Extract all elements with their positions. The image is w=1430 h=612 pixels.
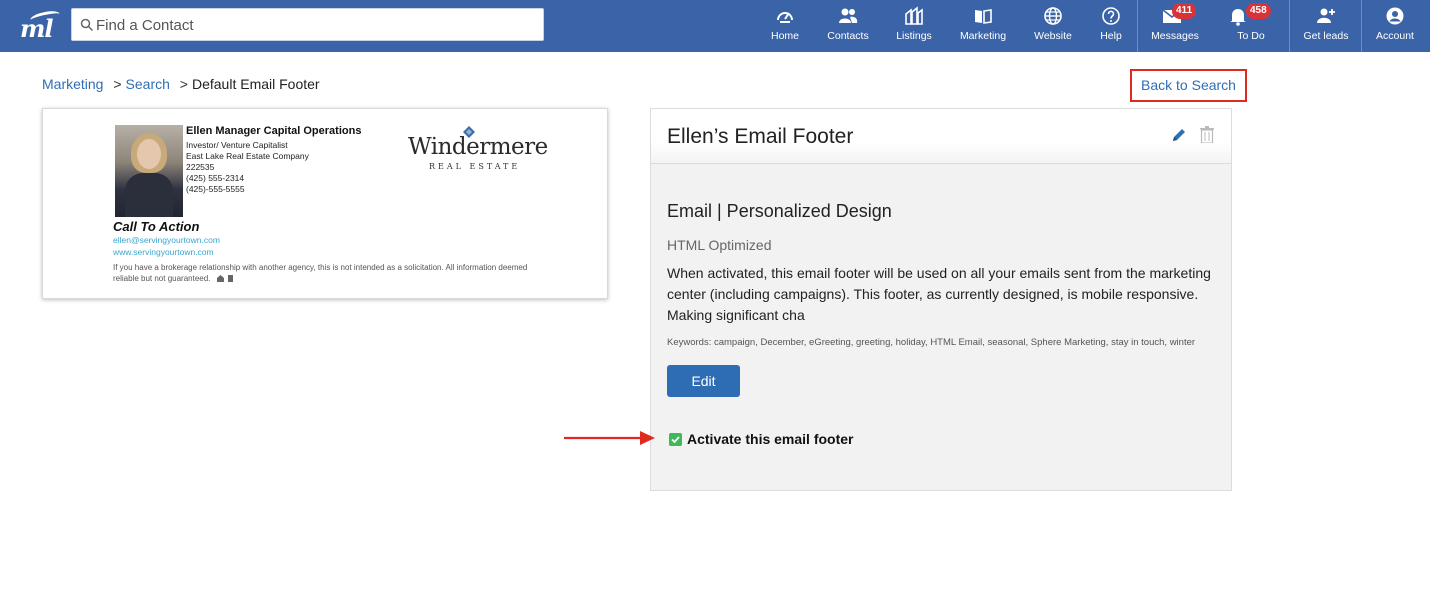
nav-divider [1289,0,1290,52]
disclaimer-copy: If you have a brokerage relationship wit… [113,263,528,283]
footer-description: When activated, this email footer will b… [667,265,1211,323]
app-logo[interactable]: ml [14,8,61,44]
breadcrumb-separator: > [113,76,122,92]
question-icon [1102,7,1120,25]
design-type: Email | Personalized Design [667,201,892,221]
annotation-arrow-icon [564,431,655,445]
people-icon [839,8,858,23]
brand-name: Windermere [408,134,548,160]
breadcrumb: Marketing > Search > Default Email Footer [42,76,320,92]
nav-help-label: Help [1100,30,1122,42]
signature-phone: (425) 555-2314 [186,173,245,183]
signature-phone-2: (425)-555-5555 [186,184,245,194]
keywords: Keywords: campaign, December, eGreeting,… [667,337,1196,348]
nav-home-label: Home [770,30,799,42]
activate-label: Activate this email footer [687,431,854,447]
nav-messages[interactable]: 411 Messages [1145,0,1205,52]
optimization-label: HTML Optimized [667,237,772,253]
disclaimer-text: If you have a brokerage relationship wit… [113,262,533,284]
contact-search[interactable] [71,8,544,41]
breadcrumb-separator: > [179,76,188,92]
signature-company: East Lake Real Estate Company [186,151,309,161]
search-input[interactable] [96,13,536,37]
nav-messages-label: Messages [1151,30,1199,42]
nav-marketing-label: Marketing [959,30,1007,42]
nav-account-label: Account [1376,30,1414,42]
search-icon [80,18,94,32]
brand-logo: Windermere REAL ESTATE [408,124,548,171]
equal-housing-icon [216,275,233,283]
activate-checkbox[interactable] [669,433,682,446]
pencil-icon[interactable] [1171,127,1187,143]
nav-help[interactable]: Help [1092,0,1130,52]
globe-icon [1044,7,1062,25]
add-person-icon [1317,8,1335,23]
todo-badge: 458 [1246,3,1271,19]
trash-icon[interactable] [1200,126,1214,143]
breadcrumb-search[interactable]: Search [126,76,170,92]
messages-badge: 411 [1172,3,1197,19]
agent-photo [115,125,183,217]
nav-listings[interactable]: Listings [888,0,940,52]
edit-button[interactable]: Edit [667,365,740,397]
nav-account[interactable]: Account [1370,0,1420,52]
footer-preview-card[interactable]: Ellen Manager Capital Operations Investo… [42,108,608,299]
account-icon [1386,7,1404,25]
panel-title: Ellen’s Email Footer [667,125,854,148]
body [125,173,173,217]
check-icon [671,436,680,444]
signature-title: Investor/ Venture Capitalist [186,140,288,150]
nav-get-leads[interactable]: Get leads [1298,0,1354,52]
bell-icon [1230,9,1246,26]
breadcrumb-marketing[interactable]: Marketing [42,76,103,92]
nav-contacts[interactable]: Contacts [821,0,875,52]
face [137,139,161,169]
footer-detail-panel: Ellen’s Email Footer Email | Personalize… [650,108,1232,491]
nav-home[interactable]: Home [760,0,810,52]
top-nav-bar: ml Home Contacts Listing [0,0,1430,52]
buildings-icon [905,6,923,25]
nav-website[interactable]: Website [1027,0,1079,52]
signature-email: ellen@servingyourtown.com [113,235,220,245]
signature-license: 222535 [186,162,215,172]
signature-website: www.servingyourtown.com [113,247,214,257]
nav-listings-label: Listings [896,30,932,42]
panel-header: Ellen’s Email Footer [651,109,1231,164]
nav-todo-label: To Do [1237,30,1265,42]
nav-marketing[interactable]: Marketing [952,0,1014,52]
breadcrumb-current: Default Email Footer [191,76,320,92]
nav-divider [1137,0,1138,52]
nav-divider [1361,0,1362,52]
book-icon [975,9,992,24]
nav-contacts-label: Contacts [827,30,869,42]
call-to-action: Call To Action [113,219,200,234]
nav-todo[interactable]: 458 To Do [1222,0,1280,52]
brand-subtitle: REAL ESTATE [429,162,521,171]
logo-text: ml [20,14,54,43]
signature-name: Ellen Manager Capital Operations [186,125,362,137]
nav-get-leads-label: Get leads [1303,30,1349,42]
nav-website-label: Website [1034,30,1072,42]
dashboard-icon [777,12,793,23]
back-to-search-link[interactable]: Back to Search [1130,69,1247,102]
